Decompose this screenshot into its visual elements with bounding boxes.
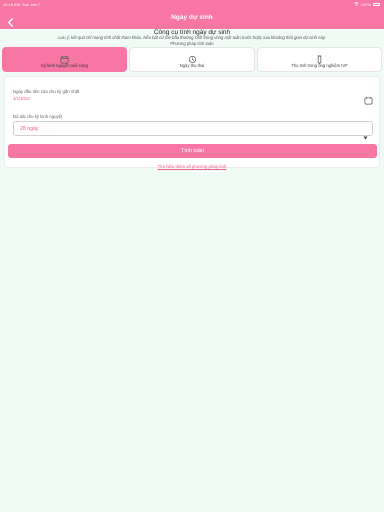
page-title: Ngày dự sinh: [171, 14, 213, 21]
tab-label: Kỳ kinh nguyệt cuối cùng: [41, 63, 88, 68]
method-label: Phương pháp tính toán: [170, 41, 214, 46]
status-date-text: Sun Jan 7: [22, 2, 41, 7]
calendar-icon: [60, 51, 69, 64]
calculate-button[interactable]: Tính toán: [8, 144, 377, 158]
battery-icon: [373, 3, 380, 6]
disclaimer-note: Lưu ý, kết quả chỉ mang tính chất tham k…: [58, 35, 326, 40]
status-right: 100%: [354, 2, 380, 7]
tab-conception-date[interactable]: Ngày thụ thai: [129, 47, 255, 72]
method-tabs: Kỳ kinh nguyệt cuối cùng Ngày thụ thai T…: [2, 47, 382, 72]
battery-percent: 100%: [360, 2, 371, 7]
tab-ivf[interactable]: Thụ tinh trong ống nghiệm IVF: [257, 47, 382, 72]
cycle-length-label: Độ dài chu kỳ kinh nguyệt: [13, 114, 63, 119]
wifi-icon: [354, 2, 359, 7]
status-time-text: 10:15 AM: [3, 2, 20, 7]
date-field-label: Ngày đầu tiên của chu kỳ gần nhất: [13, 89, 80, 94]
learn-more-link[interactable]: Tìm hiểu thêm về phương pháp tính: [0, 164, 384, 169]
date-field[interactable]: 1/1/2024: [13, 96, 30, 101]
tab-label: Thụ tinh trong ống nghiệm IVF: [291, 63, 348, 68]
cycle-icon: [188, 51, 197, 64]
caret-down-icon: [363, 127, 368, 140]
tab-last-period[interactable]: Kỳ kinh nguyệt cuối cùng: [2, 47, 127, 72]
status-time: 10:15 AM Sun Jan 7: [3, 2, 40, 7]
cycle-length-select[interactable]: 28 ngày: [13, 121, 373, 140]
test-tube-icon: [315, 51, 324, 64]
calendar-picker-icon[interactable]: [364, 92, 373, 105]
status-bar: 10:15 AM Sun Jan 7 100%: [0, 0, 384, 8]
nav-bar: Ngày dự sinh: [0, 8, 384, 29]
tab-label: Ngày thụ thai: [179, 63, 205, 68]
cycle-length-value: 28 ngày: [20, 126, 39, 132]
